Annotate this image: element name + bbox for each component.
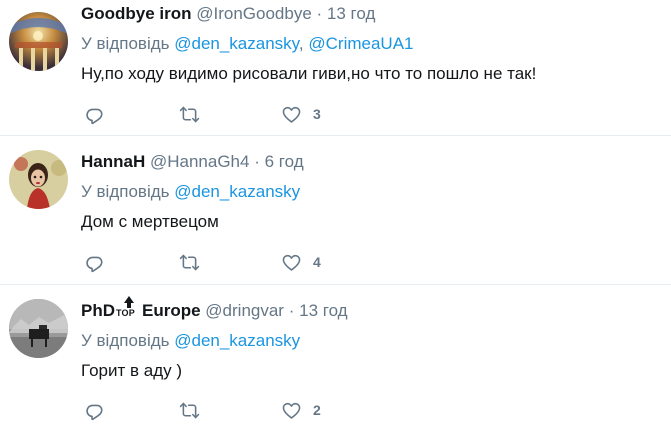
reply-context: У відповідь @den_kazansky: [81, 330, 663, 352]
reply-prefix: У відповідь: [81, 34, 170, 53]
separator: ·: [288, 301, 295, 320]
reply-icon: [86, 256, 103, 272]
reply-button[interactable]: [84, 398, 179, 422]
like-button[interactable]: 3: [281, 102, 361, 126]
timestamp[interactable]: 13 год: [299, 301, 347, 320]
username[interactable]: @IronGoodbye: [196, 4, 312, 23]
heart-icon: [282, 254, 301, 271]
retweet-button[interactable]: [179, 102, 281, 126]
retweet-button[interactable]: [179, 398, 281, 422]
display-name-part: PhD: [81, 301, 115, 320]
username[interactable]: @dringvar: [205, 301, 284, 320]
mention-link[interactable]: @den_kazansky: [174, 331, 300, 350]
arrow-up-icon: [124, 296, 134, 303]
reply-prefix: У відповідь: [81, 331, 170, 350]
tweet-header: HannaH @HannaGh4 · 6 год: [81, 150, 663, 174]
reply-context: У відповідь @den_kazansky, @CrimeaUA1: [81, 33, 663, 55]
timestamp[interactable]: 13 год: [327, 4, 375, 23]
username[interactable]: @HannaGh4: [150, 152, 250, 171]
mention-separator: ,: [298, 34, 304, 53]
heart-icon: [282, 106, 301, 123]
tweet-text: Ну,по ходу видимо рисовали гиви,но что т…: [81, 64, 537, 83]
like-button[interactable]: 4: [281, 250, 361, 274]
tweet-text: Горит в аду ): [81, 361, 182, 380]
tweet-header: PhD TOP Europe @dringvar · 13 год: [81, 296, 663, 323]
top-badge: TOP: [116, 296, 141, 318]
like-button[interactable]: 2: [281, 398, 361, 422]
tweet-1[interactable]: Goodbye iron @IronGoodbye · 13 год У від…: [0, 0, 671, 133]
retweet-icon: [179, 106, 200, 122]
reply-icon: [86, 108, 103, 124]
mention-link[interactable]: @den_kazansky: [174, 182, 300, 201]
display-name-part: Europe: [142, 301, 201, 320]
avatar-goodbye-iron[interactable]: [9, 12, 68, 71]
tweet-header: Goodbye iron @IronGoodbye · 13 год: [81, 2, 663, 26]
like-count: 3: [313, 106, 321, 122]
tweet-text: Дом с мертвецом: [81, 212, 219, 231]
separator: ·: [254, 152, 260, 171]
badge-label: TOP: [116, 308, 135, 318]
like-count: 4: [313, 254, 321, 270]
avatar-phd-top-europe[interactable]: [9, 299, 68, 358]
timestamp[interactable]: 6 год: [265, 152, 304, 171]
tweet-actions: 3: [84, 102, 361, 126]
retweet-icon: [179, 402, 200, 418]
reply-button[interactable]: [84, 250, 179, 274]
display-name[interactable]: HannaH: [81, 152, 145, 171]
display-name[interactable]: Goodbye iron: [81, 4, 192, 23]
tweet-actions: 4: [84, 250, 361, 274]
reply-button[interactable]: [84, 102, 179, 126]
mention-link[interactable]: @den_kazansky: [174, 34, 299, 53]
reply-icon: [86, 404, 103, 420]
display-name[interactable]: PhD TOP Europe: [81, 296, 201, 320]
tweet-2[interactable]: HannaH @HannaGh4 · 6 год У відповідь @de…: [0, 136, 671, 284]
tweet-3[interactable]: PhD TOP Europe @dringvar · 13 год У відпов…: [0, 285, 671, 443]
avatar-hannah[interactable]: [9, 150, 68, 209]
reply-context: У відповідь @den_kazansky: [81, 181, 663, 203]
like-count: 2: [313, 402, 321, 418]
retweet-icon: [179, 254, 200, 270]
reply-prefix: У відповідь: [81, 182, 170, 201]
tweet-actions: 2: [84, 398, 361, 422]
mention-link[interactable]: @CrimeaUA1: [308, 34, 413, 53]
retweet-button[interactable]: [179, 250, 281, 274]
heart-icon: [282, 402, 301, 419]
separator: ·: [316, 4, 323, 23]
